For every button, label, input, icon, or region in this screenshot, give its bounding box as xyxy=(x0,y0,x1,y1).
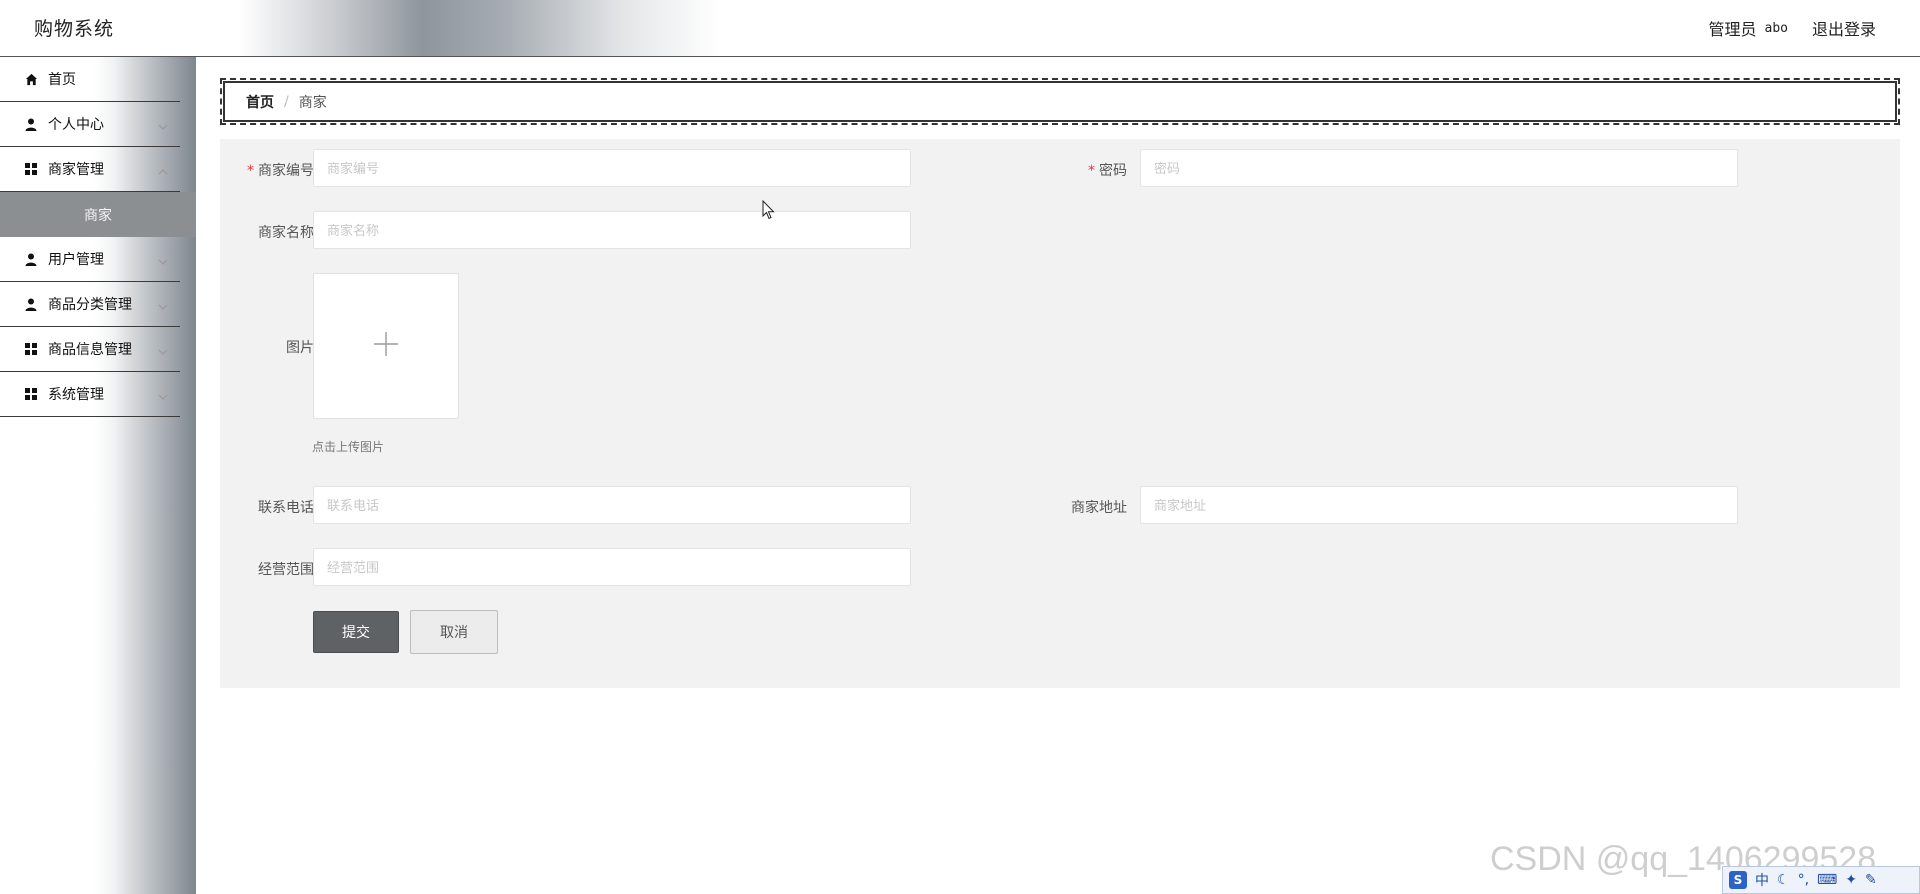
sidebar-item-label: 系统管理 xyxy=(48,387,104,403)
header-user-area: 管理员 abo 退出登录 xyxy=(1708,16,1876,40)
password-label: * 密码 xyxy=(1088,163,1127,179)
scope-label: 经营范围 xyxy=(258,562,314,578)
user-role: 管理员 xyxy=(1708,20,1757,39)
ime-toolbar[interactable]: S 中 ☾ °, ⌨ ✦ ✎ xyxy=(1722,866,1920,894)
required-mark: * xyxy=(1088,163,1095,179)
required-mark: * xyxy=(247,163,254,179)
mouse-cursor-icon xyxy=(762,199,776,224)
sidebar-item-label: 个人中心 xyxy=(48,117,104,133)
sidebar-item-label: 商家管理 xyxy=(48,162,104,178)
merchant-name-input[interactable] xyxy=(313,211,911,249)
breadcrumb-home[interactable]: 首页 xyxy=(246,92,274,112)
grid-icon xyxy=(24,387,38,401)
sidebar-item-label: 商品信息管理 xyxy=(48,342,132,358)
keyboard-icon: ⌨ xyxy=(1817,872,1838,888)
cancel-button[interactable]: 取消 xyxy=(410,610,498,654)
chevron-down-icon xyxy=(158,343,168,359)
phone-input[interactable] xyxy=(313,486,911,524)
phone-label: 联系电话 xyxy=(258,500,314,516)
punctuation-icon: °, xyxy=(1797,872,1810,888)
submit-button[interactable]: 提交 xyxy=(313,611,399,653)
user-icon xyxy=(24,117,38,131)
scope-input[interactable] xyxy=(313,548,911,586)
sidebar-item-product-management[interactable]: 商品信息管理 xyxy=(0,327,180,372)
user-icon xyxy=(24,297,38,311)
sidebar-item-personal-center[interactable]: 个人中心 xyxy=(0,102,180,147)
merchant-form: *商家编号 *密码 商家名称 图片 点击上传图片 联系电话 商家地址 经营范围 … xyxy=(220,139,1900,688)
address-input[interactable] xyxy=(1140,486,1738,524)
username: abo xyxy=(1764,20,1788,36)
sidebar: 首页 个人中心 商家管理 商家 用户管理 商品分类管理 商品信息管理 系统管理 xyxy=(0,57,196,894)
tool-icon: ✎ xyxy=(1864,872,1877,888)
chevron-down-icon xyxy=(158,118,168,134)
sidebar-item-user-management[interactable]: 用户管理 xyxy=(0,237,180,282)
breadcrumb: 首页 / 商家 xyxy=(220,78,1900,125)
home-icon xyxy=(24,72,38,86)
header-gradient-decoration xyxy=(240,0,720,56)
ime-logo-icon: S xyxy=(1729,871,1747,889)
plus-icon xyxy=(373,331,399,361)
chevron-down-icon xyxy=(158,388,168,404)
sidebar-item-home[interactable]: 首页 xyxy=(0,57,180,102)
grid-icon xyxy=(24,162,38,176)
sidebar-item-label: 用户管理 xyxy=(48,252,104,268)
moon-icon: ☾ xyxy=(1777,872,1790,888)
address-label: 商家地址 xyxy=(1071,500,1127,516)
skin-icon: ✦ xyxy=(1845,872,1857,888)
sidebar-item-merchant-management[interactable]: 商家管理 xyxy=(0,147,180,192)
merchant-name-label: 商家名称 xyxy=(258,225,314,241)
chevron-down-icon xyxy=(158,253,168,269)
breadcrumb-current: 商家 xyxy=(298,94,327,111)
sidebar-item-category-management[interactable]: 商品分类管理 xyxy=(0,282,180,327)
top-header: 购物系统 管理员 abo 退出登录 xyxy=(0,0,1920,57)
app-title: 购物系统 xyxy=(34,18,115,40)
image-upload-box[interactable] xyxy=(313,273,459,419)
upload-hint: 点击上传图片 xyxy=(312,440,385,454)
sidebar-subitem-merchant[interactable]: 商家 xyxy=(0,192,196,237)
merchant-no-input[interactable] xyxy=(313,149,911,187)
grid-icon xyxy=(24,342,38,356)
breadcrumb-separator: / xyxy=(284,93,289,110)
user-icon xyxy=(24,252,38,266)
logout-link[interactable]: 退出登录 xyxy=(1812,16,1876,40)
image-label: 图片 xyxy=(286,340,314,356)
chevron-up-icon xyxy=(158,163,168,179)
sidebar-item-system-management[interactable]: 系统管理 xyxy=(0,372,180,417)
password-input[interactable] xyxy=(1140,149,1738,187)
chevron-down-icon xyxy=(158,298,168,314)
ime-mode[interactable]: 中 xyxy=(1755,870,1769,890)
sidebar-item-label: 商品分类管理 xyxy=(48,297,132,313)
sidebar-item-label: 首页 xyxy=(48,72,76,88)
merchant-no-label: * 商家编号 xyxy=(247,163,314,179)
